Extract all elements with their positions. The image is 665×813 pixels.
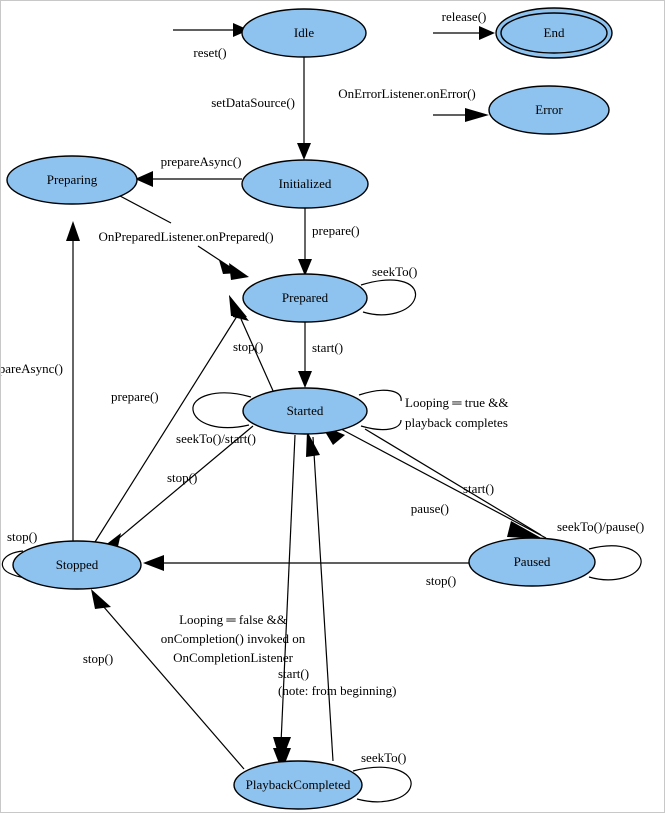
arrowhead-icon [135, 171, 153, 187]
edge-label-stop-started-prepared: stop() [233, 339, 263, 354]
edge-label-set-data-source: setDataSource() [211, 95, 295, 110]
edge-label-seek-to-pbc: seekTo() [361, 750, 406, 765]
edge-label-stop-stopped: stop() [7, 529, 37, 544]
edge-label-looping-false-line1: Looping ═ false && [179, 612, 287, 627]
edge-label-release: release() [442, 9, 487, 24]
edge-label-pause: pause() [411, 501, 449, 516]
arrowhead-icon [465, 108, 489, 122]
arrowhead-icon [229, 263, 249, 280]
edge-label-stop-started-stopped: stop() [167, 470, 197, 485]
state-node-initialized[interactable]: Initialized [241, 159, 369, 209]
edge-on-prepared: OnPreparedListener.onPrepared() [98, 195, 274, 280]
state-node-label-stopped: Stopped [56, 557, 99, 572]
state-node-label-idle: Idle [294, 25, 314, 40]
edge-stop-started-stopped: stop() [95, 425, 254, 553]
edge-label-looping-false-line3: OnCompletionListener [173, 650, 294, 665]
arrowhead-icon [306, 431, 320, 457]
edge-start-playbackcompleted: start() (note: from beginning) [278, 431, 396, 762]
edge-reset: reset() [173, 23, 249, 60]
arrowhead-icon [479, 26, 495, 40]
edge-label-seek-to-prepared: seekTo() [372, 264, 417, 279]
arrowhead-icon [91, 589, 111, 609]
edge-set-data-source: setDataSource() [211, 57, 311, 160]
state-node-preparing[interactable]: Preparing [6, 155, 138, 205]
arrowhead-icon [297, 143, 311, 160]
edge-label-looping-true-line2: playback completes [405, 415, 508, 430]
state-node-label-prepared: Prepared [282, 290, 329, 305]
edge-label-stop-pbc: stop() [83, 651, 113, 666]
arrowhead-icon [66, 221, 80, 241]
state-node-stopped[interactable]: Stopped [12, 540, 142, 590]
edge-prepare-stopped: prepare() [94, 295, 247, 543]
edge-label-on-prepared: OnPreparedListener.onPrepared() [98, 229, 273, 244]
edge-label-prepare-async-stopped: prepareAsync() [1, 361, 63, 376]
edge-release: release() [433, 9, 495, 40]
state-node-idle[interactable]: Idle [241, 8, 367, 58]
edge-label-prepare: prepare() [312, 223, 360, 238]
arrowhead-icon [143, 555, 164, 571]
edge-start: start() [298, 322, 343, 388]
edge-label-on-error: OnErrorListener.onError() [338, 86, 476, 101]
state-node-label-preparing: Preparing [47, 172, 98, 187]
edge-looping-true: Looping ═ true && playback completes [358, 389, 508, 431]
edge-label-start-paused: start() [463, 481, 494, 496]
edge-start-paused: start() [321, 425, 547, 539]
edge-seek-to-playbackcompleted: seekTo() [352, 750, 412, 803]
state-node-error[interactable]: Error [488, 85, 610, 135]
edge-on-error: OnErrorListener.onError() [338, 86, 489, 122]
state-node-paused[interactable]: Paused [468, 537, 596, 587]
state-node-started[interactable]: Started [242, 387, 368, 435]
edge-label-start-pbc-line1: start() [278, 666, 309, 681]
edge-label-looping-true-line1: Looping ═ true && [405, 395, 508, 410]
state-node-label-initialized: Initialized [279, 176, 332, 191]
state-node-label-playbackcompleted: PlaybackCompleted [246, 777, 351, 792]
edge-label-seek-to-pause: seekTo()/pause() [557, 519, 644, 534]
edge-seek-to-start: seekTo()/start() [176, 392, 256, 446]
edge-stop-paused: stop() [143, 555, 469, 588]
edge-label-start: start() [312, 340, 343, 355]
edge-label-prepare-stopped: prepare() [111, 389, 159, 404]
state-node-label-started: Started [287, 403, 324, 418]
state-node-label-paused: Paused [514, 554, 551, 569]
state-node-playbackcompleted[interactable]: PlaybackCompleted [233, 760, 363, 810]
edge-seek-to-prepared: seekTo() [360, 264, 417, 316]
edge-label-reset: reset() [193, 45, 226, 60]
edge-label-prepare-async-initialized: prepareAsync() [161, 154, 242, 169]
state-node-label-error: Error [535, 102, 563, 117]
edge-prepare: prepare() [298, 208, 360, 276]
state-machine-diagram: reset() release() OnErrorListener.onErro… [1, 7, 644, 810]
edge-prepare-async-initialized: prepareAsync() [135, 154, 242, 187]
edge-label-looping-false-line2: onCompletion() invoked on [161, 631, 306, 646]
arrowhead-icon [298, 371, 312, 388]
state-node-label-end: End [544, 25, 565, 40]
state-node-end[interactable]: End [495, 7, 613, 59]
edge-label-stop-paused: stop() [426, 573, 456, 588]
state-node-prepared[interactable]: Prepared [242, 273, 368, 323]
edge-label-start-pbc-line2: (note: from beginning) [278, 683, 396, 698]
edge-prepare-async-stopped: prepareAsync() [1, 221, 80, 541]
state-diagram-canvas: reset() release() OnErrorListener.onErro… [0, 0, 665, 813]
arrowhead-icon [507, 521, 543, 539]
